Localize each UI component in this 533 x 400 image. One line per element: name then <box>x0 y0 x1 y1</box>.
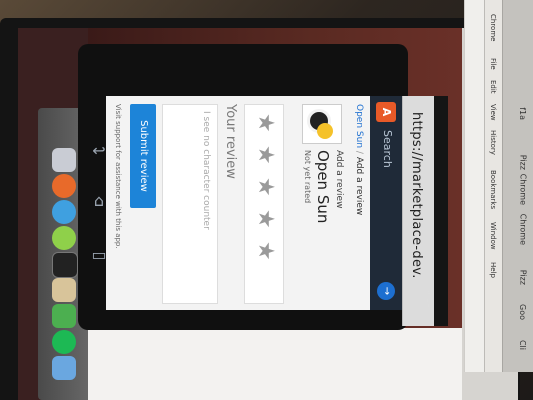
review-placeholder: I see no character counter <box>201 111 211 230</box>
breadcrumb-separator: / <box>354 150 364 154</box>
review-textarea[interactable]: I see no character counter <box>162 104 218 304</box>
submit-review-button[interactable]: Submit review <box>130 104 156 208</box>
menu-view[interactable]: View <box>489 104 497 121</box>
search-input[interactable]: Search <box>381 130 394 168</box>
rating-status: Not yet rated <box>303 150 312 204</box>
marketplace-app: A Search → Open Sun / Add a review Add a… <box>106 96 402 310</box>
tab[interactable]: Goo <box>518 304 527 320</box>
open-sun-icon <box>302 104 342 144</box>
star-rating: ★ ★ ★ ★ ★ <box>244 104 284 304</box>
marketplace-logo-icon[interactable]: A <box>376 102 396 122</box>
app-icon[interactable] <box>52 278 76 302</box>
star-2-icon[interactable]: ★ <box>253 145 278 165</box>
tab[interactable]: Pizz <box>518 270 527 285</box>
search-go-icon[interactable]: → <box>377 282 395 300</box>
app-header: A Search → <box>370 96 402 310</box>
app-icon[interactable] <box>52 226 76 250</box>
menu-edit[interactable]: Edit <box>489 80 497 94</box>
status-time: 4:14 <box>425 290 434 308</box>
app-icon[interactable] <box>52 356 76 380</box>
firefox-icon[interactable] <box>52 174 76 198</box>
tab[interactable]: f1a <box>518 107 527 120</box>
chrome-tab-strip: f1a Pizz Chrome Chrome Pizz Goo Cli <box>502 0 533 372</box>
support-note: Visit support for assistance with this a… <box>114 104 122 249</box>
spotify-icon[interactable] <box>52 330 76 354</box>
finder-icon[interactable] <box>52 148 76 172</box>
web-page-lower-area <box>88 328 462 400</box>
tab[interactable]: Chrome <box>518 174 527 205</box>
menu-help[interactable]: Help <box>489 262 497 278</box>
status-bar <box>434 96 448 326</box>
star-4-icon[interactable]: ★ <box>253 209 278 229</box>
menu-window[interactable]: Window <box>489 222 497 250</box>
menu-chrome[interactable]: Chrome <box>489 14 497 41</box>
add-review-heading: Add a review <box>334 150 344 209</box>
star-1-icon[interactable]: ★ <box>253 113 278 133</box>
sun-icon <box>317 123 333 139</box>
breadcrumb-home[interactable]: Open Sun <box>354 104 364 148</box>
breadcrumb-current: Add a review <box>354 156 364 216</box>
app-name: Open Sun <box>314 150 332 224</box>
tab[interactable]: Chrome <box>518 214 527 245</box>
chrome-icon[interactable] <box>52 200 76 224</box>
breadcrumb: Open Sun / Add a review <box>354 104 364 215</box>
review-label: Your review <box>223 104 238 179</box>
terminal-icon[interactable] <box>52 252 78 278</box>
star-5-icon[interactable]: ★ <box>253 241 278 261</box>
menu-history[interactable]: History <box>489 130 497 155</box>
tab[interactable]: Pizz <box>518 155 527 170</box>
star-3-icon[interactable]: ★ <box>253 177 278 197</box>
app-summary: Add a review Open Sun Not yet rated <box>294 104 344 302</box>
menu-bookmarks[interactable]: Bookmarks <box>489 170 497 209</box>
url-text[interactable]: https://marketplace-dev. <box>409 112 424 279</box>
mac-menu-bar: Chrome File Edit View History Bookmarks … <box>484 0 503 372</box>
app-icon[interactable] <box>52 304 76 328</box>
tab[interactable]: Cli <box>518 340 527 350</box>
bookmark-bar <box>464 0 485 372</box>
menu-file[interactable]: File <box>489 58 497 70</box>
